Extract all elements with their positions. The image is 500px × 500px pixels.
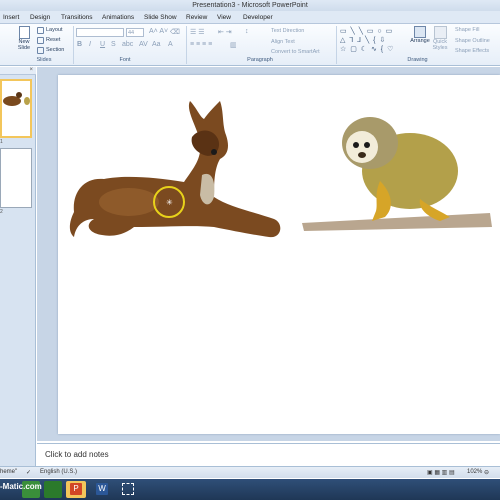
grow-font-icon[interactable]: A˄ A˅	[149, 28, 168, 35]
title-bar: Presentation3 - Microsoft PowerPoint	[0, 0, 500, 11]
reset-icon	[37, 37, 44, 44]
font-size-box[interactable]: 44	[126, 28, 144, 37]
new-slide-label: New Slide	[17, 39, 31, 51]
slides-panel: × 1 2	[0, 67, 36, 467]
group-separator	[73, 26, 74, 64]
section-button[interactable]: Section	[46, 47, 64, 53]
font-group-label: Font	[119, 57, 131, 63]
taskbar-snipping-icon[interactable]	[118, 481, 138, 498]
spacing-button[interactable]: AV	[139, 41, 148, 48]
tab-slide-show[interactable]: Slide Show	[144, 12, 177, 23]
theme-status: heme"	[0, 469, 18, 475]
group-separator	[336, 26, 337, 64]
layout-button[interactable]: Layout	[46, 27, 63, 33]
thumbnail-image	[3, 92, 30, 106]
italic-button[interactable]: I	[89, 41, 91, 48]
dog-image[interactable]	[64, 97, 284, 242]
thumbnail-number: 2	[0, 209, 3, 215]
shape-fill-button[interactable]: Shape Fill	[455, 27, 479, 33]
paragraph-group-label: Paragraph	[247, 57, 273, 63]
ribbon-tabs: Insert Design Transitions Animations Sli…	[0, 11, 500, 24]
arrange-button[interactable]: Arrange	[408, 26, 432, 44]
new-slide-button[interactable]: New Slide	[14, 26, 34, 51]
bullets-icon[interactable]: ☰ ☰	[190, 28, 205, 36]
quick-styles-label: Quick Styles	[432, 39, 448, 51]
font-name-box[interactable]	[76, 28, 124, 37]
language-status[interactable]: English (U.S.)	[40, 469, 77, 475]
shapes-gallery[interactable]: ▭ ╲ ╲ ▭ ○ ▭ △ ⅂ ⅃ ╲ { ⇩ ☆ ▢ ☾ ∿ { ♡	[340, 27, 402, 55]
drawing-group-label: Drawing	[407, 57, 428, 63]
quick-styles-button[interactable]: Quick Styles	[430, 26, 450, 51]
section-icon	[37, 47, 44, 54]
arrange-label: Arrange	[410, 38, 430, 44]
slide-thumbnail-2[interactable]	[0, 148, 32, 208]
tab-review[interactable]: Review	[186, 12, 207, 23]
tab-insert[interactable]: Insert	[3, 12, 19, 23]
cursor-highlight-ring: ✳	[153, 186, 185, 218]
shadow-button[interactable]: abc	[122, 41, 133, 48]
tab-view[interactable]: View	[217, 12, 231, 23]
taskbar: P W	[0, 479, 500, 500]
underline-button[interactable]: U	[100, 41, 105, 48]
shape-outline-button[interactable]: Shape Outline	[455, 38, 490, 44]
thumbnail-number: 1	[0, 139, 3, 145]
arrange-icon	[414, 26, 426, 38]
new-slide-icon	[18, 26, 30, 39]
zoom-out-icon[interactable]: ⊖	[484, 469, 489, 476]
slides-group-label: Slides	[36, 57, 52, 63]
reset-button[interactable]: Reset	[46, 37, 60, 43]
convert-smartart-button[interactable]: Convert to SmartArt	[271, 49, 320, 55]
clear-format-icon[interactable]: ⌫	[170, 28, 180, 36]
ribbon: New Slide Layout Reset Section Slides 44…	[0, 24, 500, 66]
window-title: Presentation3 - Microsoft PowerPoint	[192, 2, 308, 9]
tab-design[interactable]: Design	[30, 12, 50, 23]
font-color-button[interactable]: A	[168, 41, 173, 48]
quick-styles-icon	[433, 26, 447, 39]
bold-button[interactable]: B	[77, 41, 82, 48]
text-direction-button[interactable]: Text Direction	[271, 28, 304, 34]
slide-canvas[interactable]: ✳	[58, 75, 500, 434]
taskbar-app-icon[interactable]	[44, 481, 62, 498]
status-bar: heme" ✓ English (U.S.) ▣ ▦ ▥ ▤ 102% ⊖	[0, 466, 500, 478]
slide-thumbnail-1[interactable]	[0, 79, 32, 138]
font-size-value: 44	[128, 30, 135, 36]
tab-animations[interactable]: Animations	[102, 12, 134, 23]
monkey-image[interactable]	[300, 111, 494, 231]
tab-transitions[interactable]: Transitions	[61, 12, 93, 23]
snipping-icon	[122, 483, 134, 495]
zoom-level[interactable]: 102%	[467, 469, 482, 475]
word-icon: W	[96, 483, 108, 495]
shape-effects-button[interactable]: Shape Effects	[455, 48, 489, 54]
spell-check-icon[interactable]: ✓	[26, 469, 31, 476]
taskbar-word-icon[interactable]: W	[92, 481, 112, 498]
tab-developer[interactable]: Developer	[243, 12, 273, 23]
slides-panel-header: ×	[0, 67, 36, 75]
notes-placeholder: Click to add notes	[45, 450, 109, 459]
change-case-button[interactable]: Aa	[152, 41, 161, 48]
strike-button[interactable]: S	[111, 41, 116, 48]
columns-icon[interactable]: ▥	[230, 41, 237, 49]
svg-text:✳: ✳	[166, 198, 173, 207]
indent-icon[interactable]: ⇤ ⇥	[218, 28, 232, 36]
notes-pane[interactable]: Click to add notes	[37, 443, 500, 465]
view-buttons[interactable]: ▣ ▦ ▥ ▤	[427, 469, 455, 476]
align-text-button[interactable]: Align Text	[271, 39, 295, 45]
line-spacing-icon[interactable]: ↕	[245, 28, 249, 35]
group-separator	[186, 26, 187, 64]
powerpoint-icon: P	[70, 483, 82, 495]
close-icon[interactable]: ×	[29, 67, 33, 73]
watermark: -Matic.com	[0, 482, 42, 491]
align-icons[interactable]: ≡ ≡ ≡ ≡	[190, 41, 212, 48]
layout-icon	[37, 27, 44, 34]
taskbar-powerpoint-icon[interactable]: P	[66, 481, 86, 498]
